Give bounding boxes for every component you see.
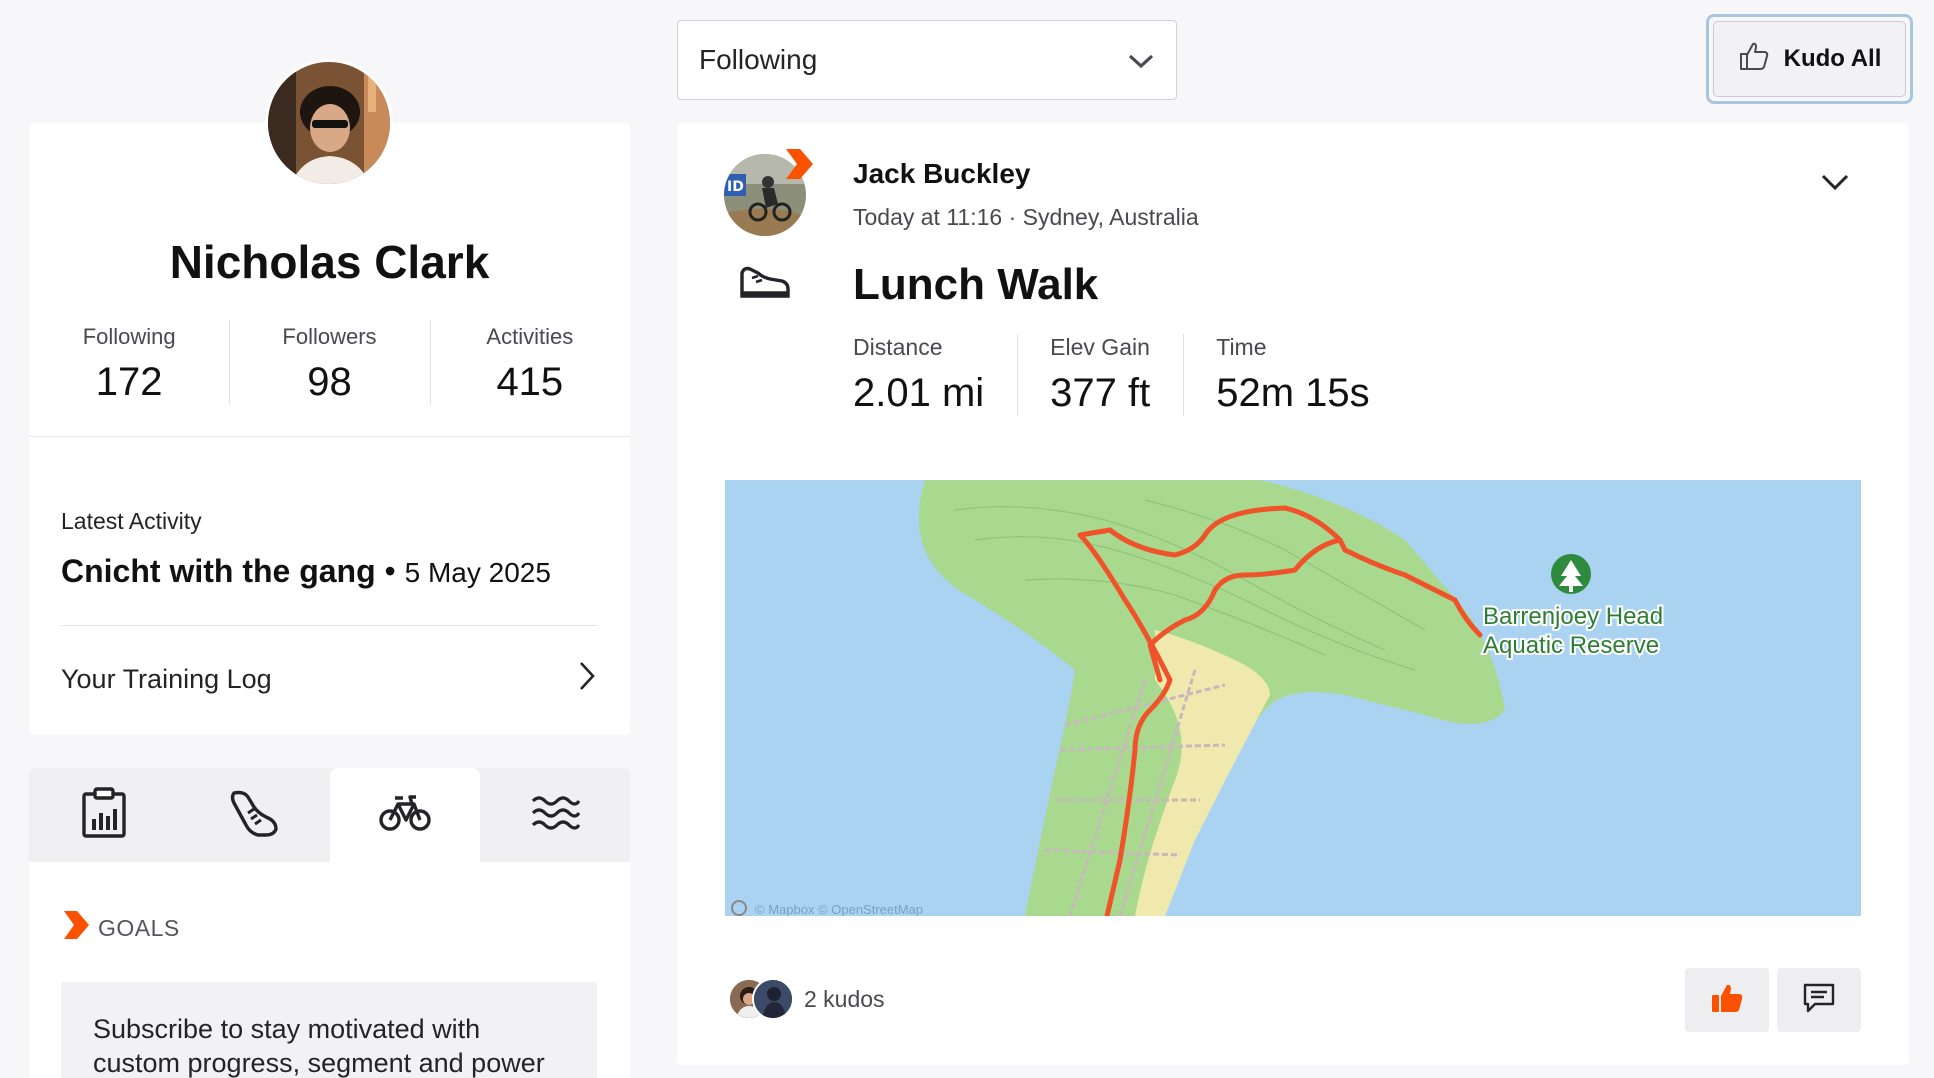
bike-icon (378, 793, 431, 838)
training-log-label: Your Training Log (61, 663, 272, 694)
metric-label: Time (1216, 334, 1267, 360)
subscribe-promo[interactable]: Subscribe to stay motivated with custom … (61, 982, 597, 1078)
subscriber-badge-icon (784, 148, 814, 185)
svg-text:ID: ID (727, 179, 744, 195)
feed-filter-select[interactable]: Following (677, 20, 1177, 100)
athlete-name[interactable]: Jack Buckley (853, 158, 1030, 190)
latest-activity-label: Latest Activity (61, 508, 202, 534)
swim-icon (530, 793, 581, 838)
goals-heading: GOALS (98, 914, 180, 941)
stat-activities[interactable]: Activities 415 (429, 320, 630, 406)
thumbs-up-outline-icon (1738, 40, 1770, 79)
feed-filter-value: Following (699, 44, 818, 75)
tab-ride[interactable] (329, 768, 480, 862)
profile-card (29, 123, 630, 735)
comment-icon (1802, 982, 1836, 1019)
profile-name[interactable]: Nicholas Clark (29, 235, 630, 289)
chevron-down-icon[interactable] (1820, 172, 1850, 197)
metric-distance: Distance 2.01 mi (853, 334, 1019, 416)
chevron-down-icon (1128, 44, 1154, 76)
kudos-avatars[interactable] (728, 978, 794, 1020)
kudo-all-label: Kudo All (1783, 45, 1882, 72)
metric-value: 2.01 mi (853, 371, 985, 415)
goals-header: GOALS (62, 910, 180, 946)
metric-value: 52m 15s (1216, 371, 1370, 415)
tab-stats[interactable] (29, 768, 179, 862)
activity-meta: Today at 11:16 · Sydney, Australia (853, 204, 1199, 230)
stat-label: Followers (282, 324, 377, 349)
latest-activity-date: 5 May 2025 (404, 557, 551, 588)
clipboard-chart-icon (81, 786, 127, 844)
thumbs-up-icon (1710, 982, 1744, 1019)
stat-label: Following (82, 324, 176, 349)
activity-map[interactable]: Barrenjoey Head Aquatic Reserve © Mapbox… (725, 480, 1861, 916)
training-log-link[interactable]: Your Training Log (61, 655, 597, 703)
stat-value: 98 (307, 360, 352, 404)
running-shoe-icon (228, 789, 280, 842)
metric-value: 377 ft (1050, 371, 1151, 415)
walk-shoe-icon (738, 265, 790, 304)
metric-elev-gain: Elev Gain 377 ft (1050, 334, 1185, 416)
chevron-right-icon (577, 660, 597, 699)
kudo-all-button[interactable]: Kudo All (1713, 21, 1906, 97)
kudo-all-focus-ring: Kudo All (1706, 14, 1913, 104)
activity-title[interactable]: Lunch Walk (853, 260, 1098, 310)
subscription-badge-icon (62, 910, 90, 946)
map-attribution: © Mapbox © OpenStreetMap (755, 902, 923, 916)
map-place-label-line1: Barrenjoey Head (1483, 603, 1663, 630)
divider (61, 625, 597, 626)
latest-activity[interactable]: Cnicht with the gang • 5 May 2025 (61, 553, 551, 590)
stat-value: 415 (496, 360, 564, 404)
stat-following[interactable]: Following 172 (29, 320, 229, 406)
metric-time: Time 52m 15s (1216, 334, 1402, 416)
metric-label: Elev Gain (1050, 334, 1150, 360)
kudos-count[interactable]: 2 kudos (804, 986, 885, 1013)
activity-metrics: Distance 2.01 mi Elev Gain 377 ft Time 5… (853, 334, 1435, 416)
latest-activity-separator: • (384, 553, 396, 589)
tab-swim[interactable] (480, 768, 630, 862)
metric-label: Distance (853, 334, 943, 360)
avatar (752, 978, 794, 1020)
latest-activity-name[interactable]: Cnicht with the gang (61, 553, 376, 589)
page: Nicholas Clark Following 172 Followers 9… (0, 0, 1934, 1078)
give-kudos-button[interactable] (1685, 968, 1769, 1032)
profile-avatar[interactable] (265, 59, 393, 187)
subscribe-text: Subscribe to stay motivated with custom … (93, 1014, 545, 1078)
stat-label: Activities (486, 324, 574, 349)
sport-tabs (29, 768, 630, 862)
divider (29, 436, 630, 437)
stat-followers[interactable]: Followers 98 (229, 320, 429, 406)
map-place-label-line2: Aquatic Reserve (1483, 632, 1659, 659)
stat-value: 172 (95, 360, 163, 404)
comment-button[interactable] (1777, 968, 1861, 1032)
tab-run[interactable] (179, 768, 329, 862)
profile-stats: Following 172 Followers 98 Activities 41… (29, 320, 630, 406)
